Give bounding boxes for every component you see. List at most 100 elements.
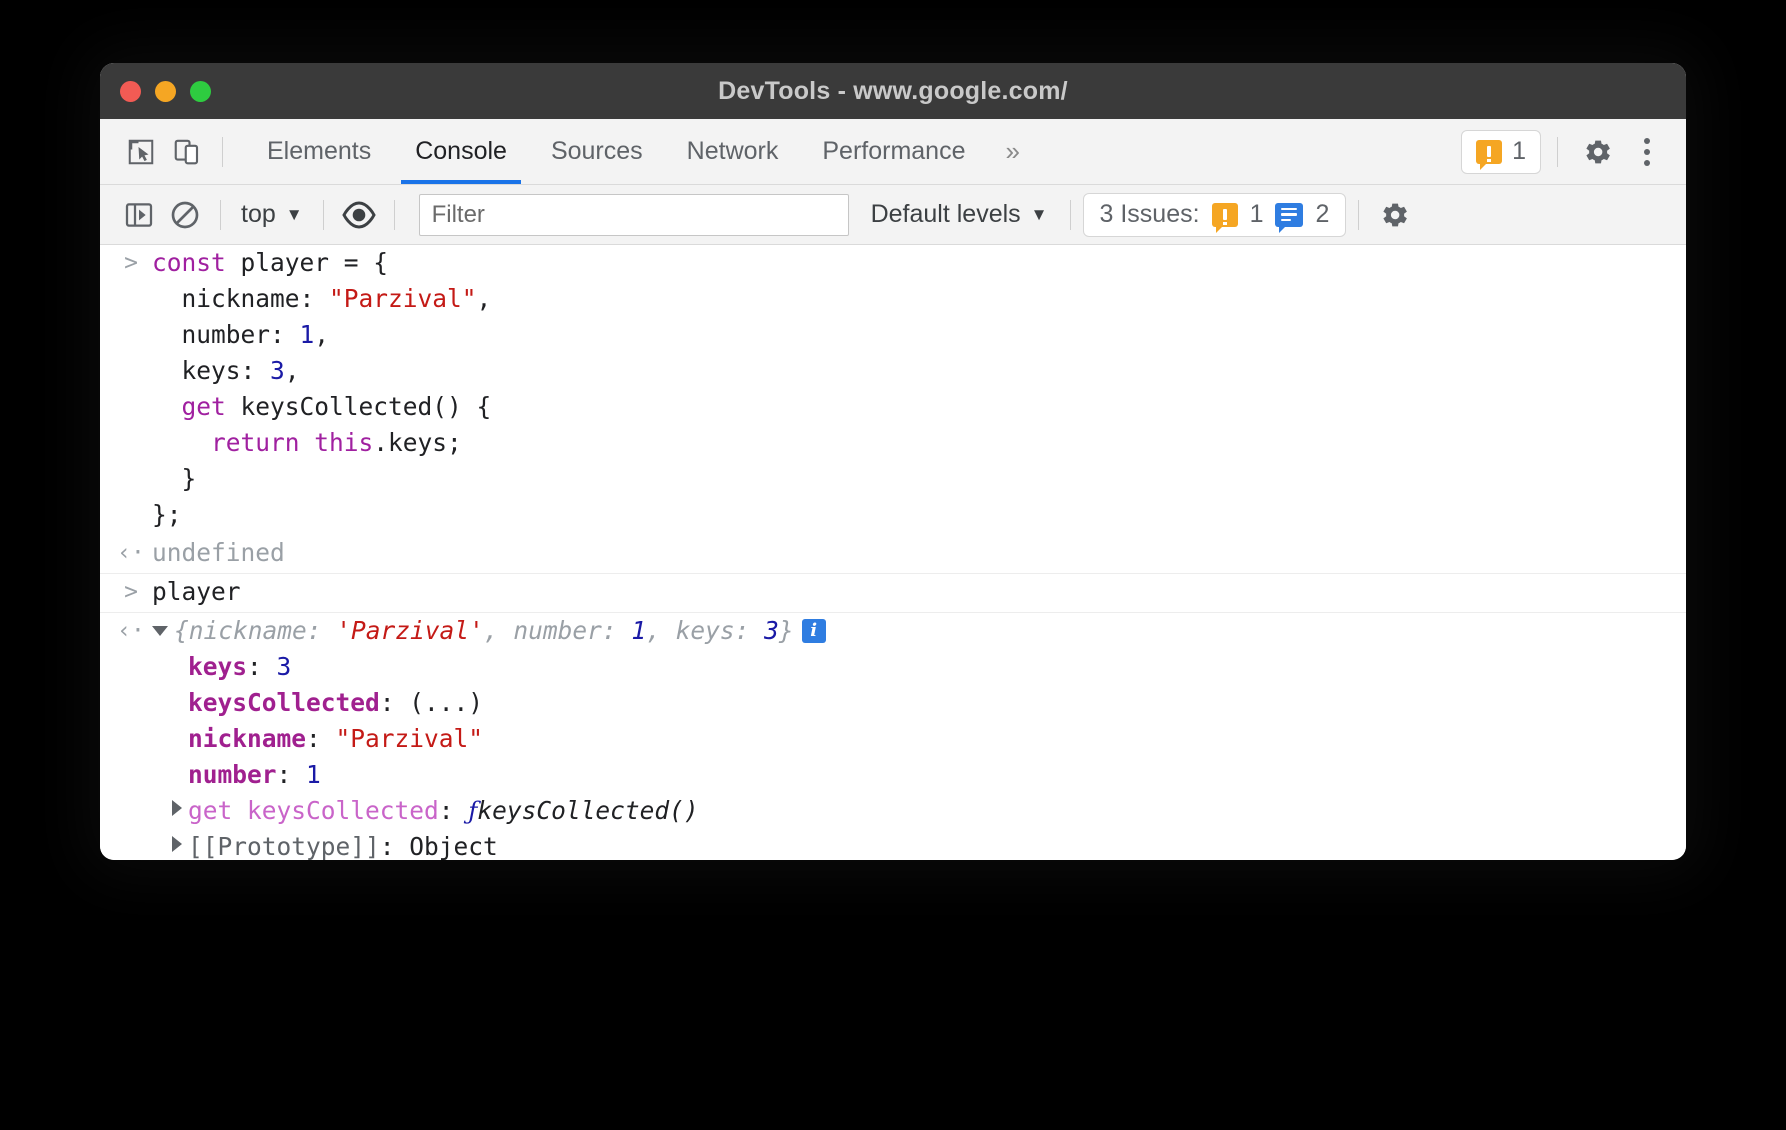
getter-label: get keysCollected — [188, 796, 439, 825]
property-name-keysCollected: keysCollected — [188, 688, 380, 717]
issues-label: 3 Issues: — [1100, 200, 1200, 229]
property-row-keys[interactable]: keys: 3 — [152, 649, 826, 685]
more-tabs-icon[interactable]: » — [987, 136, 1034, 167]
disclosure-triangle-down-icon[interactable] — [152, 626, 168, 636]
console-result-undefined: ‹· undefined — [100, 535, 1686, 574]
tab-sources[interactable]: Sources — [529, 119, 665, 184]
property-row-prototype[interactable]: [[Prototype]]: Object — [152, 829, 826, 860]
console-result-object: ‹· {nickname: 'Parzival', number: 1, key… — [100, 613, 1686, 860]
gear-icon[interactable] — [1574, 129, 1620, 175]
issues-message-count: 2 — [1315, 200, 1329, 229]
panel-tabs: Elements Console Sources Network Perform… — [245, 119, 1035, 184]
property-value-keysCollected[interactable]: (...) — [409, 688, 483, 717]
warning-count: 1 — [1512, 137, 1526, 166]
warning-icon — [1476, 140, 1502, 164]
preview-keys-value: 3 — [764, 616, 779, 645]
title-bar: DevTools - www.google.com/ — [100, 63, 1686, 119]
log-levels-label: Default levels — [871, 200, 1021, 229]
prototype-value: Object — [409, 832, 498, 860]
property-sep-keysCollected: : — [380, 688, 410, 717]
filter-divider-1 — [220, 200, 221, 230]
inspect-element-icon[interactable] — [118, 129, 164, 175]
console-input-entry: > const player = { nickname: "Parzival",… — [100, 245, 1686, 535]
preview-close-brace: } — [779, 616, 794, 645]
issues-message-icon — [1275, 203, 1303, 227]
console-input-code-2: player — [152, 574, 241, 612]
preview-keys-key: keys: — [676, 616, 765, 645]
clear-console-icon[interactable] — [162, 192, 208, 238]
log-levels-select[interactable]: Default levels ▼ — [861, 200, 1058, 229]
tab-performance[interactable]: Performance — [800, 119, 987, 184]
property-name-number: number — [188, 760, 277, 789]
console-sidebar-icon[interactable] — [116, 192, 162, 238]
devtools-window: DevTools - www.google.com/ Elem — [100, 63, 1686, 860]
filter-input[interactable]: Filter — [419, 194, 849, 236]
function-f-icon: ƒ — [468, 796, 477, 825]
console-input-entry-2: > player — [100, 574, 1686, 613]
prototype-sep: : — [380, 832, 410, 860]
console-filter-bar: top ▼ Filter Default levels ▼ 3 Issues: … — [100, 185, 1686, 245]
preview-nickname-key: nickname: — [189, 616, 337, 645]
devtools-tab-bar: Elements Console Sources Network Perform… — [100, 119, 1686, 185]
result-arrow-icon: ‹· — [110, 535, 152, 573]
console-settings-gear-icon[interactable] — [1371, 192, 1417, 238]
close-window-button[interactable] — [120, 81, 141, 102]
property-row-nickname[interactable]: nickname: "Parzival" — [152, 721, 826, 757]
tab-network[interactable]: Network — [665, 119, 801, 184]
input-prompt-icon: > — [110, 245, 152, 535]
execution-context-select[interactable]: top ▼ — [233, 200, 311, 229]
device-toolbar-icon[interactable] — [164, 129, 210, 175]
result-arrow-icon-2: ‹· — [110, 613, 152, 860]
disclosure-triangle-right-icon[interactable] — [172, 800, 182, 816]
info-icon[interactable]: i — [802, 619, 826, 643]
toolbar-divider-2 — [1557, 137, 1558, 167]
screenshot-stage: DevTools - www.google.com/ Elem — [0, 0, 1786, 1130]
toolbar-divider — [222, 137, 223, 167]
input-prompt-icon-2: > — [110, 574, 152, 612]
preview-sep-1: , — [484, 616, 514, 645]
window-title: DevTools - www.google.com/ — [100, 77, 1686, 106]
getter-sep: : — [439, 796, 469, 825]
property-sep-keys: : — [247, 652, 277, 681]
issues-counter[interactable]: 3 Issues: 1 2 — [1083, 193, 1347, 237]
tab-elements[interactable]: Elements — [245, 119, 393, 184]
filter-divider-4 — [1070, 200, 1071, 230]
preview-sep-2: , — [646, 616, 676, 645]
property-name-keys: keys — [188, 652, 247, 681]
minimize-window-button[interactable] — [155, 81, 176, 102]
property-value-nickname: "Parzival" — [336, 724, 484, 753]
property-row-number[interactable]: number: 1 — [152, 757, 826, 793]
property-row-getter[interactable]: get keysCollected: ƒkeysCollected() — [152, 793, 826, 829]
preview-open-brace: { — [174, 616, 189, 645]
execution-context-label: top — [241, 200, 276, 229]
console-input-code: const player = { nickname: "Parzival", n… — [152, 245, 491, 535]
property-row-keysCollected[interactable]: keysCollected: (...) — [152, 685, 826, 721]
undefined-text: undefined — [152, 535, 285, 573]
issues-warning-count: 1 — [1250, 200, 1264, 229]
traffic-lights — [100, 81, 211, 102]
filter-divider-3 — [394, 200, 395, 230]
issues-warning-icon — [1212, 203, 1238, 227]
preview-number-value: 1 — [631, 616, 646, 645]
property-name-nickname: nickname — [188, 724, 306, 753]
getter-function-name: keysCollected() — [477, 796, 698, 825]
property-value-number: 1 — [306, 760, 321, 789]
console-output[interactable]: > const player = { nickname: "Parzival",… — [100, 245, 1686, 860]
chevron-down-icon-2: ▼ — [1031, 205, 1048, 225]
chevron-down-icon: ▼ — [286, 205, 303, 225]
property-value-keys: 3 — [277, 652, 292, 681]
property-sep-nickname: : — [306, 724, 336, 753]
filter-divider-2 — [323, 200, 324, 230]
object-tree: {nickname: 'Parzival', number: 1, keys: … — [152, 613, 826, 860]
tab-console[interactable]: Console — [393, 119, 529, 184]
tab-bar-actions: 1 — [1461, 129, 1686, 175]
live-expression-icon[interactable] — [336, 192, 382, 238]
warning-badge[interactable]: 1 — [1461, 130, 1541, 174]
preview-nickname-value: 'Parzival' — [336, 616, 484, 645]
property-sep-number: : — [277, 760, 307, 789]
disclosure-triangle-right-icon-2[interactable] — [172, 836, 182, 852]
maximize-window-button[interactable] — [190, 81, 211, 102]
kebab-menu-icon[interactable] — [1624, 129, 1670, 175]
prototype-label: [[Prototype]] — [188, 832, 380, 860]
object-preview-row[interactable]: {nickname: 'Parzival', number: 1, keys: … — [152, 613, 826, 649]
